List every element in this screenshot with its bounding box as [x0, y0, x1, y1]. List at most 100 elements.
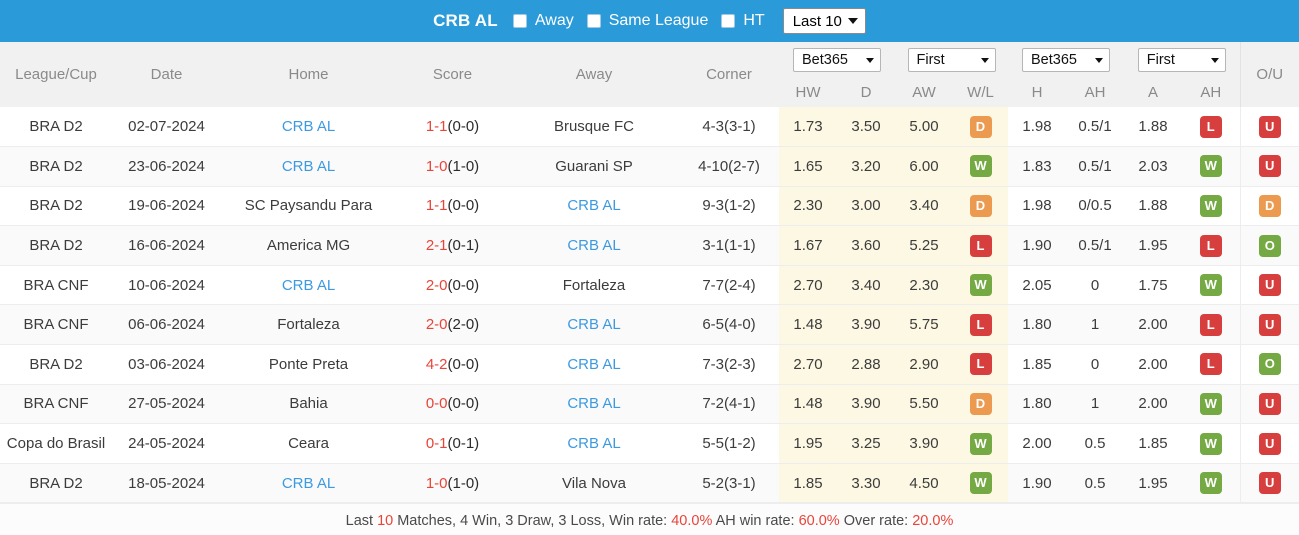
- team-name-home[interactable]: CRB AL: [282, 277, 335, 294]
- cell-home: Ponte Preta: [221, 344, 396, 385]
- table-row[interactable]: BRA D2 16-06-2024 America MG 2-1(0-1) CRB AL…: [0, 225, 1299, 266]
- team-name-away[interactable]: CRB AL: [567, 435, 620, 452]
- subheader-ah1[interactable]: AH: [1066, 78, 1124, 107]
- table-row[interactable]: BRA CNF 10-06-2024 CRB AL 2-0(0-0) Fortaleza…: [0, 265, 1299, 306]
- checkbox-away[interactable]: [512, 14, 527, 28]
- team-name-away[interactable]: CRB AL: [567, 237, 620, 254]
- cell-score[interactable]: 4-2(0-0): [396, 344, 509, 385]
- subheader-ah2[interactable]: AH: [1182, 78, 1240, 107]
- result-badge-ou: U: [1258, 274, 1281, 297]
- filter-away[interactable]: Away: [512, 12, 574, 30]
- summary-win-rate: 40.0%: [671, 512, 713, 529]
- cell-score[interactable]: 2-0(2-0): [396, 304, 509, 346]
- subheader-aw[interactable]: AW: [895, 78, 953, 107]
- checkbox-ht[interactable]: [721, 14, 736, 28]
- column-header-league[interactable]: League/Cup: [0, 42, 112, 107]
- table-row[interactable]: BRA CNF 06-06-2024 Fortaleza 2-0(2-0) CRB AL…: [0, 304, 1299, 346]
- ah-bookmaker-select[interactable]: Bet365: [1022, 48, 1110, 72]
- cell-score[interactable]: 0-0(0-0): [396, 384, 509, 425]
- column-header-corner[interactable]: Corner: [679, 42, 779, 107]
- ah-period-select[interactable]: First: [1137, 48, 1226, 72]
- column-header-away[interactable]: Away: [509, 42, 679, 107]
- cell-home[interactable]: CRB AL: [221, 265, 396, 306]
- cell-home[interactable]: CRB AL: [221, 463, 396, 504]
- cell-ah-a: 1.95: [1124, 463, 1182, 504]
- checkbox-same-league[interactable]: [586, 14, 601, 28]
- cell-home: Ceara: [221, 423, 396, 464]
- subheader-h[interactable]: H: [1008, 78, 1066, 107]
- table-row[interactable]: BRA D2 03-06-2024 Ponte Preta 4-2(0-0) CRB A…: [0, 344, 1299, 385]
- team-name-away[interactable]: CRB AL: [567, 197, 620, 214]
- subheader-d[interactable]: D: [837, 78, 895, 107]
- cell-ah-result: W: [1182, 146, 1240, 187]
- score-fulltime: 1-0: [425, 157, 448, 175]
- table-row[interactable]: BRA D2 02-07-2024 CRB AL 1-1(0-0) Brusque FC…: [0, 107, 1299, 148]
- subheader-a[interactable]: A: [1124, 78, 1182, 107]
- table-row[interactable]: BRA D2 23-06-2024 CRB AL 1-0(1-0) Guarani SP…: [0, 146, 1299, 187]
- result-badge-wl: W: [969, 472, 992, 495]
- team-name-home[interactable]: CRB AL: [282, 158, 335, 175]
- cell-odds-hw: 1.85: [779, 463, 837, 504]
- cell-home[interactable]: CRB AL: [221, 107, 396, 148]
- cell-odds-wl: W: [953, 265, 1008, 306]
- cell-score[interactable]: 2-1(0-1): [396, 225, 509, 266]
- cell-away[interactable]: CRB AL: [509, 186, 679, 227]
- team-name-home: Ponte Preta: [268, 355, 349, 373]
- odds-period-select[interactable]: First: [907, 48, 996, 72]
- filter-same-league[interactable]: Same League: [586, 12, 708, 30]
- cell-corner: 7-2(4-1): [679, 384, 779, 425]
- cell-score[interactable]: 1-0(1-0): [396, 463, 509, 504]
- cell-ah-a: 1.88: [1124, 186, 1182, 227]
- team-name-away[interactable]: CRB AL: [567, 395, 620, 412]
- cell-odds-d: 3.60: [837, 225, 895, 266]
- column-header-date[interactable]: Date: [112, 42, 221, 107]
- cell-away[interactable]: CRB AL: [509, 304, 679, 346]
- score-fulltime: 0-0: [425, 395, 448, 413]
- cell-ah-h: 1.80: [1008, 304, 1066, 346]
- subheader-hw[interactable]: HW: [779, 78, 837, 107]
- result-badge-wl: W: [969, 155, 992, 178]
- team-name-away[interactable]: CRB AL: [567, 316, 620, 333]
- result-badge-wl: D: [969, 194, 992, 217]
- cell-ah-line1: 0: [1066, 265, 1124, 306]
- table-row[interactable]: Copa do Brasil 24-05-2024 Ceara 0-1(0-1) CRB…: [0, 423, 1299, 464]
- table-row[interactable]: BRA D2 18-05-2024 CRB AL 1-0(1-0) Vila Nova 5…: [0, 463, 1299, 504]
- cell-score[interactable]: 1-1(0-0): [396, 186, 509, 227]
- cell-home[interactable]: CRB AL: [221, 146, 396, 187]
- cell-corner: 6-5(4-0): [679, 304, 779, 346]
- team-name-home[interactable]: CRB AL: [282, 475, 335, 492]
- cell-score[interactable]: 2-0(0-0): [396, 265, 509, 306]
- table-row[interactable]: BRA D2 19-06-2024 SC Paysandu Para 1-1(0-0)…: [0, 186, 1299, 227]
- team-name-home[interactable]: CRB AL: [282, 118, 335, 135]
- cell-away: Guarani SP: [509, 146, 679, 187]
- summary-over-rate: 20.0%: [912, 512, 954, 529]
- result-badge-wl: D: [969, 115, 992, 138]
- column-header-score[interactable]: Score: [396, 42, 509, 107]
- cell-odds-wl: L: [953, 304, 1008, 346]
- match-range-select[interactable]: Last 10: [782, 8, 866, 34]
- result-badge-ah: W: [1199, 472, 1222, 495]
- cell-away[interactable]: CRB AL: [509, 344, 679, 385]
- table-row[interactable]: BRA CNF 27-05-2024 Bahia 0-0(0-0) CRB AL 7-2(…: [0, 384, 1299, 425]
- team-name-home: Bahia: [289, 395, 328, 413]
- summary-match-count: 10: [377, 512, 394, 529]
- cell-score[interactable]: 1-0(1-0): [396, 146, 509, 187]
- cell-away[interactable]: CRB AL: [509, 384, 679, 425]
- cell-corner: 4-3(3-1): [679, 107, 779, 148]
- filter-ht[interactable]: HT: [721, 12, 765, 30]
- cell-ah-h: 1.98: [1008, 186, 1066, 227]
- cell-ah-a: 1.75: [1124, 265, 1182, 306]
- cell-odds-aw: 5.00: [895, 107, 953, 148]
- ah-bookmaker-value: Bet365: [1031, 52, 1077, 68]
- odds-bookmaker-select[interactable]: Bet365: [793, 48, 881, 72]
- subheader-wl[interactable]: W/L: [953, 78, 1008, 107]
- column-header-ou[interactable]: O/U: [1239, 42, 1299, 107]
- team-name-away[interactable]: CRB AL: [567, 356, 620, 373]
- cell-score[interactable]: 0-1(0-1): [396, 423, 509, 464]
- cell-away[interactable]: CRB AL: [509, 225, 679, 266]
- cell-away[interactable]: CRB AL: [509, 423, 679, 464]
- cell-league: BRA D2: [0, 463, 112, 504]
- column-header-home[interactable]: Home: [221, 42, 396, 107]
- cell-ah-result: W: [1182, 186, 1240, 227]
- cell-score[interactable]: 1-1(0-0): [396, 107, 509, 148]
